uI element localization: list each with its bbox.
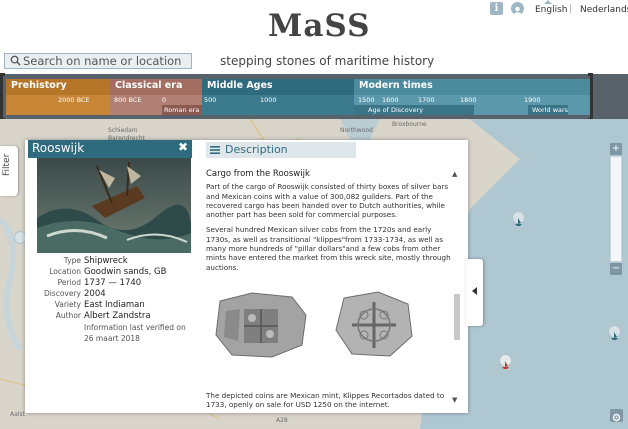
era-label: Classical era — [115, 80, 183, 91]
shipwreck-painting — [37, 158, 191, 253]
era-label: Modern times — [359, 80, 433, 91]
tick-label: 1700 — [418, 96, 435, 104]
meta-value: 1737 — 1740 — [84, 278, 142, 288]
settings-icon[interactable] — [610, 409, 623, 422]
filter-label: Filter — [2, 153, 12, 176]
language-english-link[interactable]: English — [535, 5, 568, 15]
timeline-left-handle[interactable] — [0, 73, 5, 121]
search-input[interactable]: Search on name or location — [4, 53, 192, 69]
meta-key: Author — [55, 311, 81, 320]
meta-key: Type — [63, 256, 81, 265]
meta-value: Goodwin sands, GB — [84, 267, 167, 277]
search-icon — [10, 55, 21, 66]
selected-wreck-marker[interactable] — [499, 354, 512, 369]
site-logo[interactable]: MaSS — [268, 8, 371, 44]
tick-label: 1000 — [260, 96, 277, 104]
description-heading: Cargo from the Rooswijk — [206, 169, 310, 179]
era-prehistory[interactable]: Prehistory 2000 BCE — [6, 79, 110, 115]
close-icon[interactable]: ✖ — [178, 140, 188, 154]
sub-period-label: World wars — [532, 106, 569, 114]
meta-key: Discovery — [43, 289, 81, 298]
tab-description-label: Description — [225, 143, 288, 156]
meta-value: 2004 — [84, 289, 106, 299]
tick-label: 0 — [162, 96, 167, 104]
meta-key: Variety — [54, 300, 81, 309]
panel-title: Rooswijk — [32, 141, 85, 155]
map-label: A28 — [276, 417, 288, 424]
tick-label: 500 — [204, 96, 217, 104]
verified-date: 26 maart 2018 — [84, 334, 140, 343]
collapse-panel-button[interactable] — [466, 259, 483, 326]
meta-value: Shipwreck — [84, 256, 128, 266]
description-paragraph: Part of the cargo of Rooswijk consisted … — [206, 182, 449, 220]
description-content: Cargo from the Rooswijk Part of the carg… — [206, 169, 452, 278]
zoom-out-button[interactable]: − — [610, 263, 622, 275]
coin-image-back — [335, 291, 413, 357]
panel-title-bar: Rooswijk ✖ — [28, 140, 192, 158]
active-language-marker — [544, 0, 552, 4]
tick-label: 1900 — [524, 96, 541, 104]
language-dutch-link[interactable]: Nederlands — [580, 5, 628, 15]
user-icon[interactable] — [511, 2, 524, 15]
map-label: Schiedam — [108, 127, 138, 134]
meta-key: Period — [57, 278, 81, 287]
map-label: Broxbourne — [392, 121, 427, 128]
tick-label: 1800 — [460, 96, 477, 104]
menu-icon — [210, 146, 220, 154]
wreck-marker[interactable] — [608, 325, 621, 340]
tab-description[interactable]: Description — [206, 142, 356, 158]
description-paragraph: Several hundred Mexican silver cobs from… — [206, 225, 451, 272]
scroll-up-icon[interactable]: ▲ — [452, 170, 457, 178]
meta-key: Location — [49, 267, 81, 276]
filter-tab[interactable]: Filter — [0, 146, 18, 196]
era-classical[interactable]: Classical era 800 BCE 0 Roman era — [110, 79, 202, 115]
header: MaSS stepping stones of maritime history… — [0, 0, 628, 74]
description-scrollbar[interactable] — [453, 170, 461, 406]
scroll-down-icon[interactable]: ▼ — [452, 396, 457, 404]
arrow-left-icon — [472, 287, 477, 295]
zoom-in-button[interactable]: + — [610, 143, 622, 155]
tick-label: 1600 — [382, 96, 399, 104]
sub-period-label: Roman era — [164, 106, 200, 114]
sub-period-label: Age of Discovery — [368, 106, 424, 114]
timeline-right-handle[interactable] — [588, 73, 593, 121]
tick-label: 1500 — [358, 96, 375, 104]
info-icon[interactable]: i — [490, 2, 503, 15]
verified-text: Information last verified on — [84, 323, 186, 332]
coin-image-front — [215, 292, 307, 358]
meta-value: East Indiaman — [84, 300, 145, 310]
era-label: Prehistory — [11, 80, 67, 91]
search-placeholder: Search on name or location — [23, 54, 182, 68]
tick-label: 800 BCE — [114, 96, 142, 104]
scrollbar-thumb[interactable] — [454, 294, 460, 340]
era-label: Middle Ages — [207, 80, 273, 91]
map-label: Aalst — [10, 411, 25, 418]
description-footer: The depicted coins are Mexican mint, Kli… — [206, 391, 445, 410]
tick-label: 2000 BCE — [58, 96, 90, 104]
wreck-marker[interactable] — [512, 211, 525, 226]
era-middle-ages[interactable]: Middle Ages 500 1000 — [202, 79, 354, 115]
zoom-slider[interactable] — [610, 156, 622, 262]
era-modern-times[interactable]: Modern times 1500 1600 1700 1800 1900 Ag… — [354, 79, 590, 115]
site-tagline: stepping stones of maritime history — [220, 54, 435, 68]
language-separator: | — [569, 4, 573, 14]
meta-value: Albert Zandstra — [84, 311, 151, 321]
timeline[interactable]: Prehistory 2000 BCE Classical era 800 BC… — [0, 74, 628, 119]
map-label: Northwood — [340, 127, 373, 134]
